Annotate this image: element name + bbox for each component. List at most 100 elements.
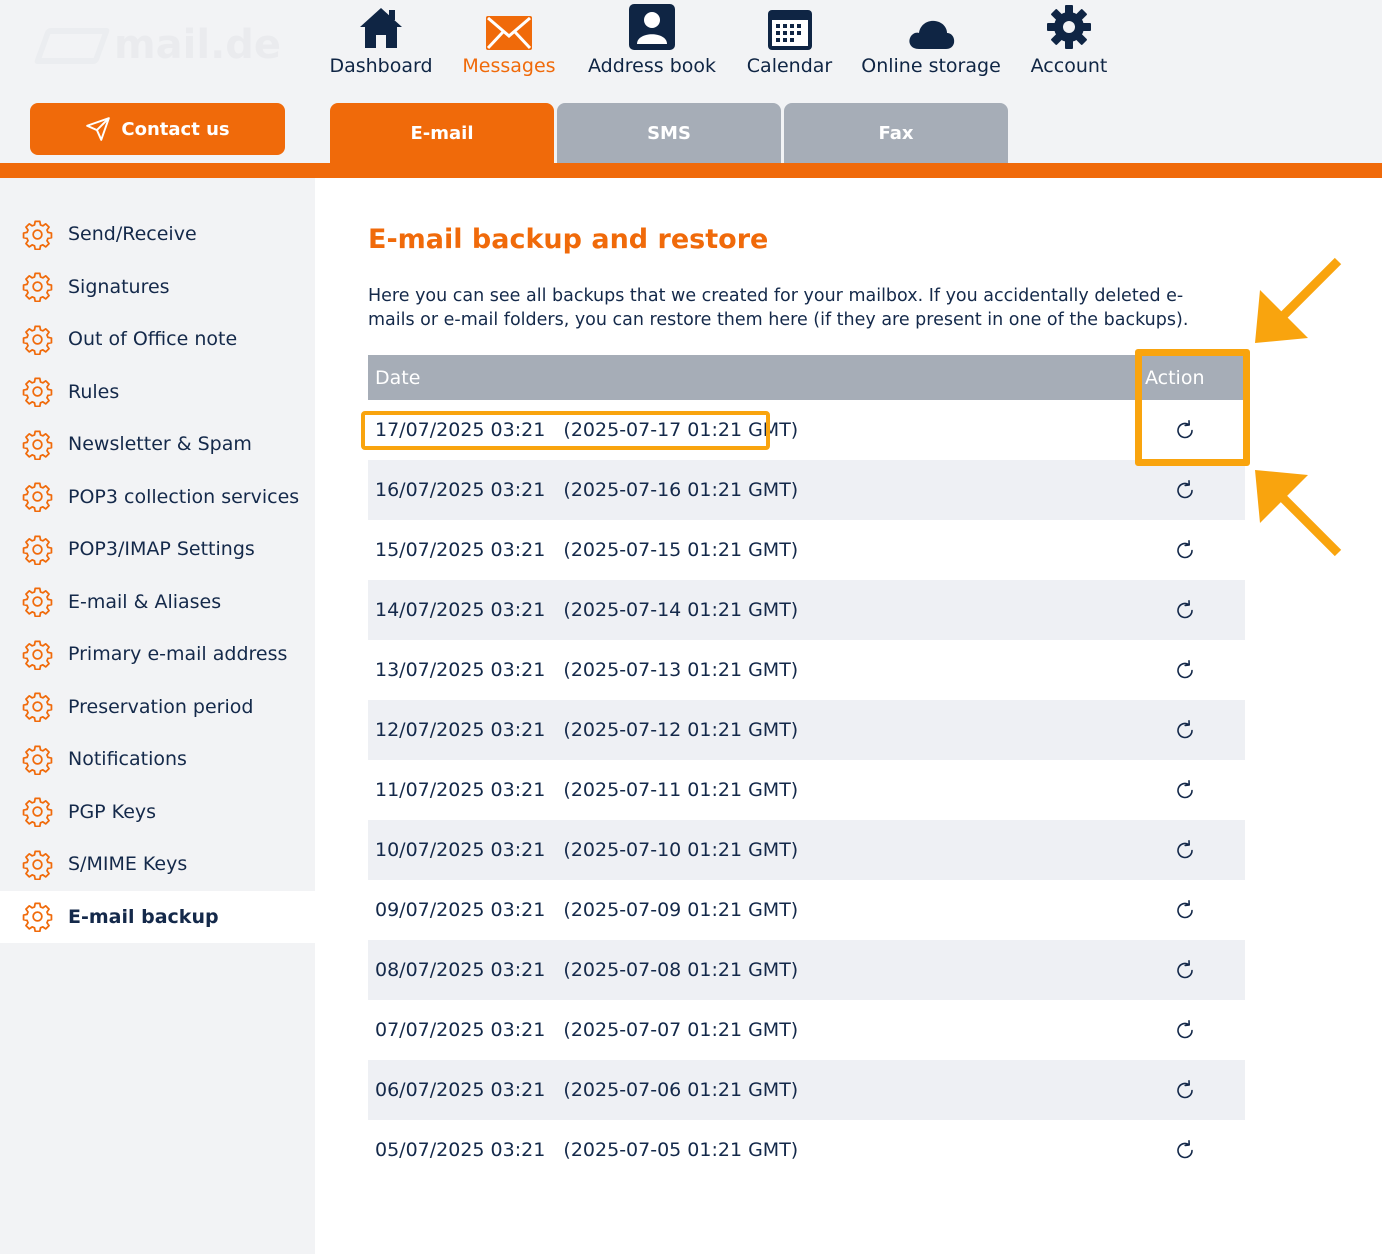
restore-icon[interactable] [1173,538,1197,562]
restore-icon[interactable] [1173,898,1197,922]
logo-text: mail.de [114,22,282,68]
restore-icon[interactable] [1173,1138,1197,1162]
intro-text: Here you can see all backups that we cre… [368,286,1189,330]
nav-label-dashboard: Dashboard [329,55,433,77]
restore-icon[interactable] [1173,838,1197,862]
restore-icon[interactable] [1173,658,1197,682]
sidebar-item-pgp-keys[interactable]: PGP Keys [0,786,315,839]
backup-date: 15/07/2025 03:21 (2025-07-15 01:21 GMT) [375,539,799,561]
table-row: 05/07/2025 03:21 (2025-07-05 01:21 GMT) [368,1120,1245,1180]
sidebar-item-notifications[interactable]: Notifications [0,733,315,786]
restore-action[interactable] [1125,1078,1245,1102]
table-row: 16/07/2025 03:21 (2025-07-16 01:21 GMT) [368,460,1245,520]
sidebar-item-label: POP3/IMAP Settings [68,538,255,561]
sidebar-item-e-mail-aliases[interactable]: E-mail & Aliases [0,576,315,629]
restore-action[interactable] [1125,1018,1245,1042]
settings-gear-icon [22,325,53,355]
sidebar-item-label: E-mail & Aliases [68,590,222,613]
sidebar-item-e-mail-backup[interactable]: E-mail backup [0,890,315,943]
restore-action[interactable] [1125,538,1245,562]
backup-date: 14/07/2025 03:21 (2025-07-14 01:21 GMT) [375,599,799,621]
sidebar-item-newsletter-spam[interactable]: Newsletter & Spam [0,418,315,471]
nav-calendar[interactable]: Calendar [747,0,832,85]
nav-dashboard[interactable]: Dashboard [329,0,433,85]
restore-icon[interactable] [1173,778,1197,802]
backup-date: 12/07/2025 03:21 (2025-07-12 01:21 GMT) [375,719,799,741]
sidebar-item-pop3-imap-settings[interactable]: POP3/IMAP Settings [0,523,315,576]
sidebar-item-pop3-collection-services[interactable]: POP3 collection services [0,471,315,524]
sidebar-item-out-of-office-note[interactable]: Out of Office note [0,313,315,366]
arrow-up-left-icon [1255,470,1342,557]
sidebar-item-label: Newsletter & Spam [68,433,252,456]
restore-icon[interactable] [1173,478,1197,502]
settings-gear-icon [22,745,53,775]
contact-us-button[interactable]: Contact us [30,103,285,155]
settings-gear-icon [22,482,53,513]
table-body: 17/07/2025 03:21 (2025-07-17 01:21 GMT) 1… [368,400,1245,1180]
nav-account[interactable]: Account [1029,0,1109,85]
sidebar-item-label: E-mail backup [68,905,219,928]
sidebar-item-signatures[interactable]: Signatures [0,261,315,314]
restore-action[interactable] [1125,778,1245,802]
backup-date: 10/07/2025 03:21 (2025-07-10 01:21 GMT) [375,839,799,861]
sidebar-item-primary-e-mail-address[interactable]: Primary e-mail address [0,628,315,681]
column-header-action: Action [1145,366,1205,389]
restore-action[interactable] [1125,658,1245,682]
backup-date: 08/07/2025 03:21 (2025-07-08 01:21 GMT) [375,959,799,981]
nav-address-book[interactable]: Address book [588,0,716,85]
restore-action[interactable] [1125,478,1245,502]
tab-fax[interactable]: Fax [784,103,1008,163]
tab-underline-bar [0,163,1382,178]
restore-icon[interactable] [1173,718,1197,742]
restore-icon[interactable] [1173,1078,1197,1102]
settings-gear-icon [22,850,53,880]
nav-label-calendar: Calendar [746,55,833,77]
settings-gear-icon [22,587,53,618]
sidebar-item-label: Out of Office note [68,328,238,351]
nav-label-online-storage: Online storage [861,55,1001,77]
backup-date: 13/07/2025 03:21 (2025-07-13 01:21 GMT) [375,659,799,681]
restore-icon[interactable] [1173,418,1197,442]
restore-action[interactable] [1125,718,1245,742]
sidebar-item-s-mime-keys[interactable]: S/MIME Keys [0,838,315,891]
nav-online-storage[interactable]: Online storage [861,0,1001,85]
restore-icon[interactable] [1173,1018,1197,1042]
tab-sms[interactable]: SMS [557,103,781,163]
table-row: 14/07/2025 03:21 (2025-07-14 01:21 GMT) [368,580,1245,640]
brand-logo[interactable]: mail.de [33,20,281,70]
contact-us-label: Contact us [121,118,230,140]
table-row: 11/07/2025 03:21 (2025-07-11 01:21 GMT) [368,760,1245,820]
settings-gear-icon [22,692,53,723]
sidebar-item-label: Primary e-mail address [68,643,288,666]
nav-label-account: Account [1030,55,1108,77]
sidebar-item-send-receive[interactable]: Send/Receive [0,208,315,261]
table-row: 10/07/2025 03:21 (2025-07-10 01:21 GMT) [368,820,1245,880]
table-row: 13/07/2025 03:21 (2025-07-13 01:21 GMT) [368,640,1245,700]
sidebar-item-label: Send/Receive [68,223,197,246]
restore-action[interactable] [1125,598,1245,622]
restore-icon[interactable] [1173,958,1197,982]
backup-date: 17/07/2025 03:21 (2025-07-17 01:21 GMT) [375,419,799,441]
table-row: 09/07/2025 03:21 (2025-07-09 01:21 GMT) [368,880,1245,940]
table-row: 07/07/2025 03:21 (2025-07-07 01:21 GMT) [368,1000,1245,1060]
restore-action[interactable] [1125,958,1245,982]
nav-label-messages: Messages [462,55,556,77]
sidebar-item-preservation-period[interactable]: Preservation period [0,681,315,734]
restore-action[interactable] [1125,418,1245,442]
settings-gear-icon [22,902,53,933]
restore-icon[interactable] [1173,598,1197,622]
sidebar-item-rules[interactable]: Rules [0,366,315,419]
restore-action[interactable] [1125,898,1245,922]
envelope-icon [486,16,532,50]
column-header-date: Date [375,366,421,389]
sidebar-item-label: Preservation period [68,695,254,718]
logo-mark-icon [33,28,111,64]
calendar-icon [767,10,812,50]
nav-messages[interactable]: Messages [462,0,556,85]
tab-email[interactable]: E-mail [330,103,554,163]
cloud-icon [909,20,955,49]
restore-action[interactable] [1125,838,1245,862]
page-title: E-mail backup and restore [368,224,769,255]
sidebar-item-label: Notifications [68,748,187,771]
restore-action[interactable] [1125,1138,1245,1162]
